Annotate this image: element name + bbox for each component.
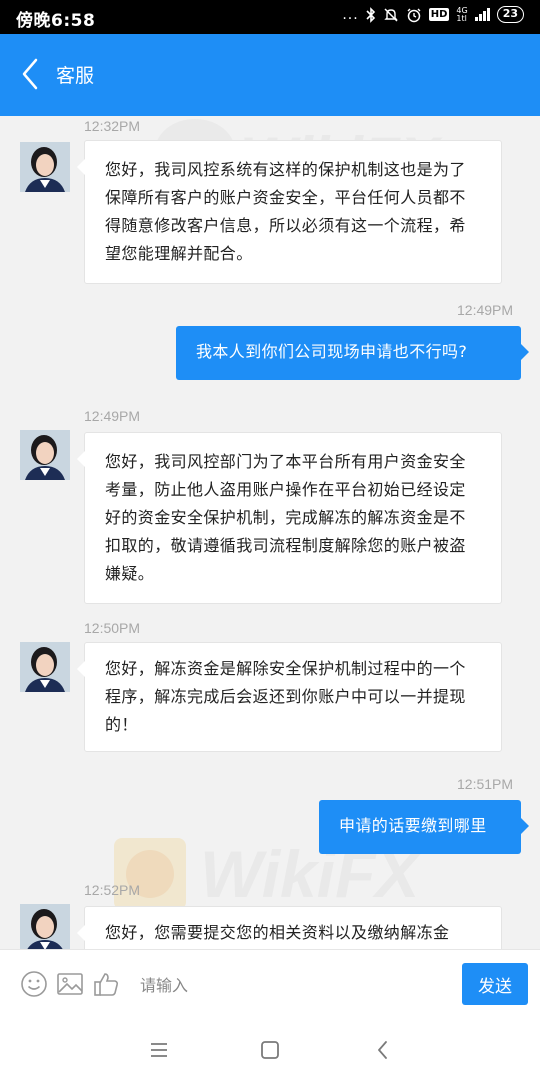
- agent-avatar: [20, 642, 70, 692]
- status-icons: ... HD 4G 1tl 23: [342, 6, 524, 23]
- message-time: 12:49PM: [457, 302, 514, 318]
- status-bar: 傍晚6:58 ... HD 4G 1tl 23: [0, 0, 540, 34]
- message-time: 12:50PM: [84, 620, 141, 636]
- message-bubble-incoming: 您好，您需要提交您的相关资料以及缴纳解冻金: [77, 906, 502, 949]
- chat-area[interactable]: WikiFX WikiFX 12:32PM 您好，我司风控系统有这样的保护机制这…: [0, 116, 540, 949]
- message-time: 12:51PM: [457, 776, 514, 792]
- image-icon[interactable]: [56, 970, 84, 998]
- message-time: 12:49PM: [84, 408, 141, 424]
- input-bar: 发送: [0, 949, 540, 1019]
- menu-icon[interactable]: [146, 1037, 172, 1063]
- message-bubble-outgoing: 申请的话要缴到哪里: [319, 800, 529, 854]
- message-bubble-incoming: 您好，解冻资金是解除安全保护机制过程中的一个程序，解冻完成后会返还到你账户中可以…: [77, 642, 502, 752]
- message-bubble-incoming: 您好，我司风控部门为了本平台所有用户资金安全考量，防止他人盗用账户操作在平台初始…: [77, 432, 502, 604]
- network-type: 4G 1tl: [456, 6, 467, 23]
- message-time: 12:32PM: [84, 118, 141, 134]
- hd-badge: HD: [428, 8, 450, 21]
- battery-icon: 23: [496, 6, 524, 23]
- message-time: 12:52PM: [84, 882, 141, 898]
- agent-avatar: [20, 430, 70, 480]
- agent-avatar: [20, 142, 70, 192]
- send-button[interactable]: 发送: [462, 963, 528, 1005]
- bluetooth-icon: [366, 6, 375, 23]
- back-arrow-icon[interactable]: [12, 54, 48, 94]
- signal-icon: [474, 8, 490, 21]
- mute-icon: [384, 7, 398, 22]
- alarm-icon: [407, 8, 421, 22]
- smiley-icon[interactable]: [20, 970, 48, 998]
- title-bar: 客服: [0, 34, 540, 116]
- navigation-bar: [0, 1019, 540, 1080]
- message-input[interactable]: [140, 968, 440, 1002]
- page-title: 客服: [56, 65, 95, 87]
- back-icon[interactable]: [370, 1037, 396, 1063]
- status-time: 傍晚6:58: [16, 11, 96, 31]
- message-bubble-outgoing: 我本人到你们公司现场申请也不行吗?: [176, 326, 529, 380]
- thumbs-up-icon[interactable]: [92, 970, 120, 998]
- message-bubble-incoming: 您好，我司风控系统有这样的保护机制这也是为了保障所有客户的账户资金安全，平台任何…: [77, 140, 502, 284]
- network-bottom: 1tl: [456, 13, 467, 23]
- home-icon[interactable]: [257, 1037, 283, 1063]
- more-dots: ...: [342, 6, 359, 23]
- agent-avatar: [20, 904, 70, 949]
